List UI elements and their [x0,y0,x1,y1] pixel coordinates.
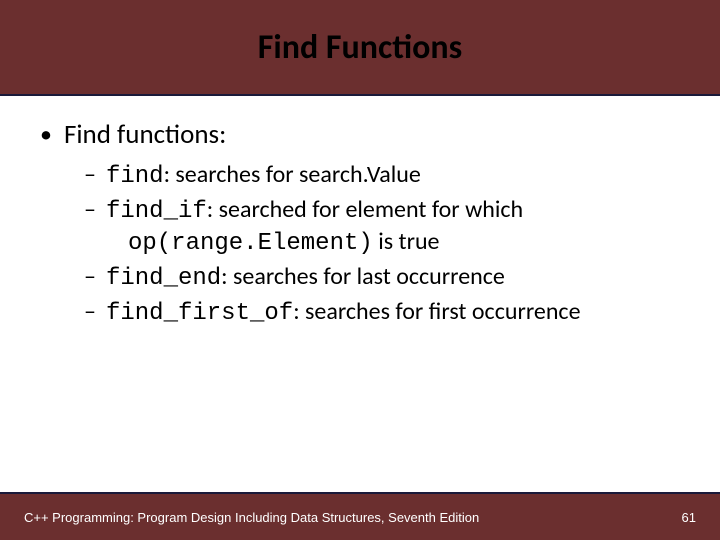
desc-span: : searches for last occurrence [221,262,505,291]
title-bar: Find Functions [0,0,720,96]
code-span: find_end [106,265,221,292]
footer-bar: C++ Programming: Program Design Includin… [0,492,720,540]
dash-icon: – [84,297,96,328]
bullet-dot-icon: • [40,118,52,152]
footer-text: C++ Programming: Program Design Includin… [24,510,479,525]
dash-icon: – [84,195,96,226]
desc-span: : searches for first occurrence [293,297,580,326]
slide-body: • Find functions: – find: searches for s… [0,96,720,330]
sub-bullet-list: – find: searches for search.Value – find… [84,160,680,330]
desc-span: : searched for element for which [207,195,523,224]
list-item-content: find_if: searched for element for which … [106,195,680,260]
list-item: – find: searches for search.Value [84,160,680,193]
page-number: 61 [682,510,696,525]
desc-span: : searches for search.Value [164,160,421,189]
list-item: – find_end: searches for last occurrence [84,262,680,295]
bullet-level1-text: Find functions: [64,118,226,151]
code-span: find [106,163,164,190]
list-item: – find_first_of: searches for first occu… [84,297,680,330]
list-item-content: find_first_of: searches for first occurr… [106,297,680,330]
code-span: find_if [106,198,207,225]
list-item-content: find: searches for search.Value [106,160,680,193]
bullet-level1: • Find functions: [40,118,680,152]
list-item-content: find_end: searches for last occurrence [106,262,680,295]
slide-title: Find Functions [258,27,462,68]
list-item: – find_if: searched for element for whic… [84,195,680,260]
desc-span: is true [373,227,440,256]
code-span: find_first_of [106,300,293,327]
dash-icon: – [84,160,96,191]
continuation-line: op(range.Element) is true [128,227,680,260]
slide: Find Functions • Find functions: – find:… [0,0,720,540]
dash-icon: – [84,262,96,293]
code-span: op(range.Element) [128,230,373,257]
